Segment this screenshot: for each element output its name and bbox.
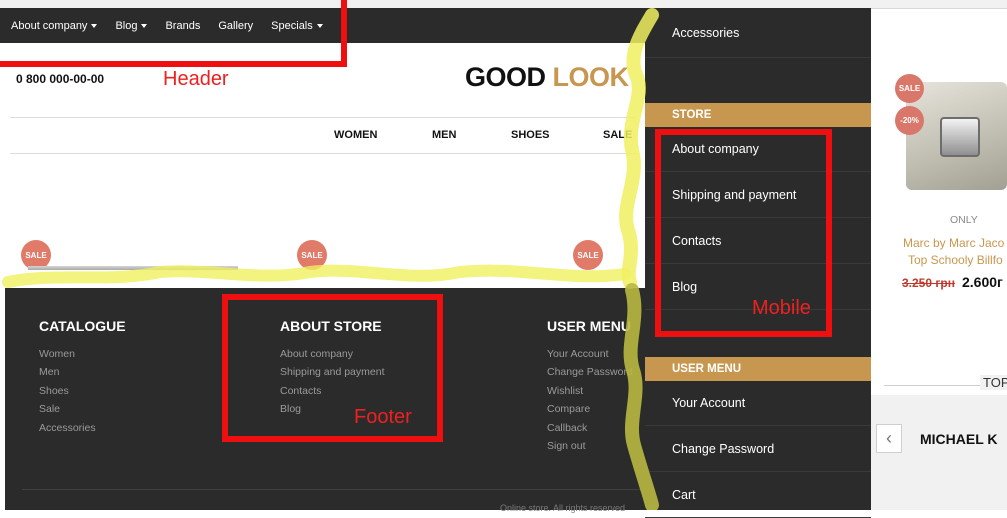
mobile-annotation-label: Mobile — [752, 297, 811, 319]
highlighter-annotation — [2, 8, 659, 510]
footer-annotation-label: Footer — [354, 406, 412, 428]
header-annotation-label: Header — [163, 68, 229, 90]
header-annotation-box — [0, 0, 347, 67]
